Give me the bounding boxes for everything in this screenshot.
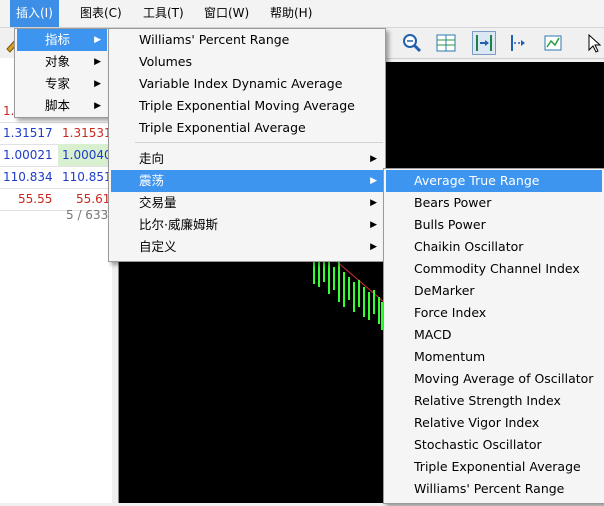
menu-help[interactable]: 帮助(H) [264,0,318,27]
menu-item-williams-percent-range[interactable]: Williams' Percent Range [386,478,602,500]
menu-item-force-index[interactable]: Force Index [386,302,602,324]
menu-item-label: 比尔·威廉姆斯 [139,217,218,232]
indicators-menu: Williams' Percent Range Volumes Variable… [108,28,386,262]
chevron-right-icon: ▶ [370,154,377,164]
ask-value: 1.31531 [62,126,112,140]
chevron-right-icon: ▶ [94,35,101,45]
chevron-right-icon: ▶ [94,101,101,111]
menu-tools[interactable]: 工具(T) [137,0,190,27]
menu-item-stochastic[interactable]: Stochastic Oscillator [386,434,602,456]
menu-item-label: 指标 [45,32,71,47]
menu-item-custom[interactable]: 自定义 ▶ [111,236,383,258]
menu-item-commodity-channel-index[interactable]: Commodity Channel Index [386,258,602,280]
chevron-right-icon: ▶ [370,198,377,208]
ask-value: 55.61 [76,192,111,206]
zoom-in-icon[interactable] [400,31,424,55]
menu-item-rvi[interactable]: Relative Vigor Index [386,412,602,434]
menu-item-momentum[interactable]: Momentum [386,346,602,368]
menu-item-scripts[interactable]: 脚本 ▶ [17,95,107,117]
cursor-icon[interactable] [581,31,604,55]
menu-window[interactable]: 窗口(W) [198,0,255,27]
menu-item-volume[interactable]: 交易量 ▶ [111,192,383,214]
menu-item-oscillators[interactable]: 震荡 ▶ [111,170,383,192]
fit-chart-icon[interactable] [434,31,458,55]
menu-item-bill-williams[interactable]: 比尔·威廉姆斯 ▶ [111,214,383,236]
chevron-right-icon: ▶ [370,176,377,186]
properties-icon[interactable] [541,31,565,55]
menu-item-trix[interactable]: Triple Exponential Average [111,117,383,139]
market-watch-panel: 1. 1.31517 1.31531 1.00021 1.00040 110.8… [0,58,112,503]
menu-item-experts[interactable]: 专家 ▶ [17,73,107,95]
insert-menu: 指标 ▶ 对象 ▶ 专家 ▶ 脚本 ▶ [14,28,110,118]
menu-item-bears-power[interactable]: Bears Power [386,192,602,214]
autoscroll-icon[interactable] [505,31,529,55]
table-row[interactable]: 1.31517 1.31531 [0,122,112,145]
menu-item-trend[interactable]: 走向 ▶ [111,148,383,170]
chart-shift-icon[interactable] [472,31,496,55]
menu-item-volumes[interactable]: Volumes [111,51,383,73]
menu-item-tema[interactable]: Triple Exponential Moving Average [111,95,383,117]
menu-item-bulls-power[interactable]: Bulls Power [386,214,602,236]
menu-item-demarker[interactable]: DeMarker [386,280,602,302]
menu-item-vidya[interactable]: Variable Index Dynamic Average [111,73,383,95]
bid-value: 1. [3,104,15,118]
menu-item-label: 对象 [45,54,71,69]
bid-value: 1.31517 [3,126,53,140]
chevron-right-icon: ▶ [370,242,377,252]
menu-item-label: 自定义 [139,239,177,254]
symbol-count: 5 / 633 [66,208,109,222]
menu-item-label: 走向 [139,151,165,166]
bid-value: 1.00021 [3,148,53,162]
menu-item-trix[interactable]: Triple Exponential Average [386,456,602,478]
menu-item-average-true-range[interactable]: Average True Range [386,170,602,192]
menu-item-williams-percent-range[interactable]: Williams' Percent Range [111,29,383,51]
menu-item-label: 震荡 [139,173,165,188]
oscillators-menu: Average True Range Bears Power Bulls Pow… [383,168,604,504]
bid-value: 110.834 [3,170,53,184]
menu-item-objects[interactable]: 对象 ▶ [17,51,107,73]
chevron-right-icon: ▶ [94,79,101,89]
menu-charts[interactable]: 图表(C) [74,0,128,27]
menu-item-rsi[interactable]: Relative Strength Index [386,390,602,412]
menu-insert[interactable]: 插入(I) [10,0,59,27]
bid-value: 55.55 [18,192,53,206]
menu-item-label: 专家 [45,76,71,91]
menu-item-macd[interactable]: MACD [386,324,602,346]
menu-item-label: 交易量 [139,195,177,210]
menu-item-chaikin-oscillator[interactable]: Chaikin Oscillator [386,236,602,258]
menu-bar: 插入(I) 图表(C) 工具(T) 窗口(W) 帮助(H) [0,0,604,28]
chevron-right-icon: ▶ [370,220,377,230]
table-row[interactable]: 1.00021 1.00040 [0,144,112,167]
menu-item-indicators[interactable]: 指标 ▶ [17,29,107,51]
menu-item-label: 脚本 [45,98,71,113]
ask-value: 1.00040 [62,148,112,162]
menu-separator [135,142,383,143]
chevron-right-icon: ▶ [94,57,101,67]
menu-item-osma[interactable]: Moving Average of Oscillator [386,368,602,390]
table-row[interactable]: 110.834 110.851 [0,166,112,189]
ask-value: 110.851 [62,170,112,184]
